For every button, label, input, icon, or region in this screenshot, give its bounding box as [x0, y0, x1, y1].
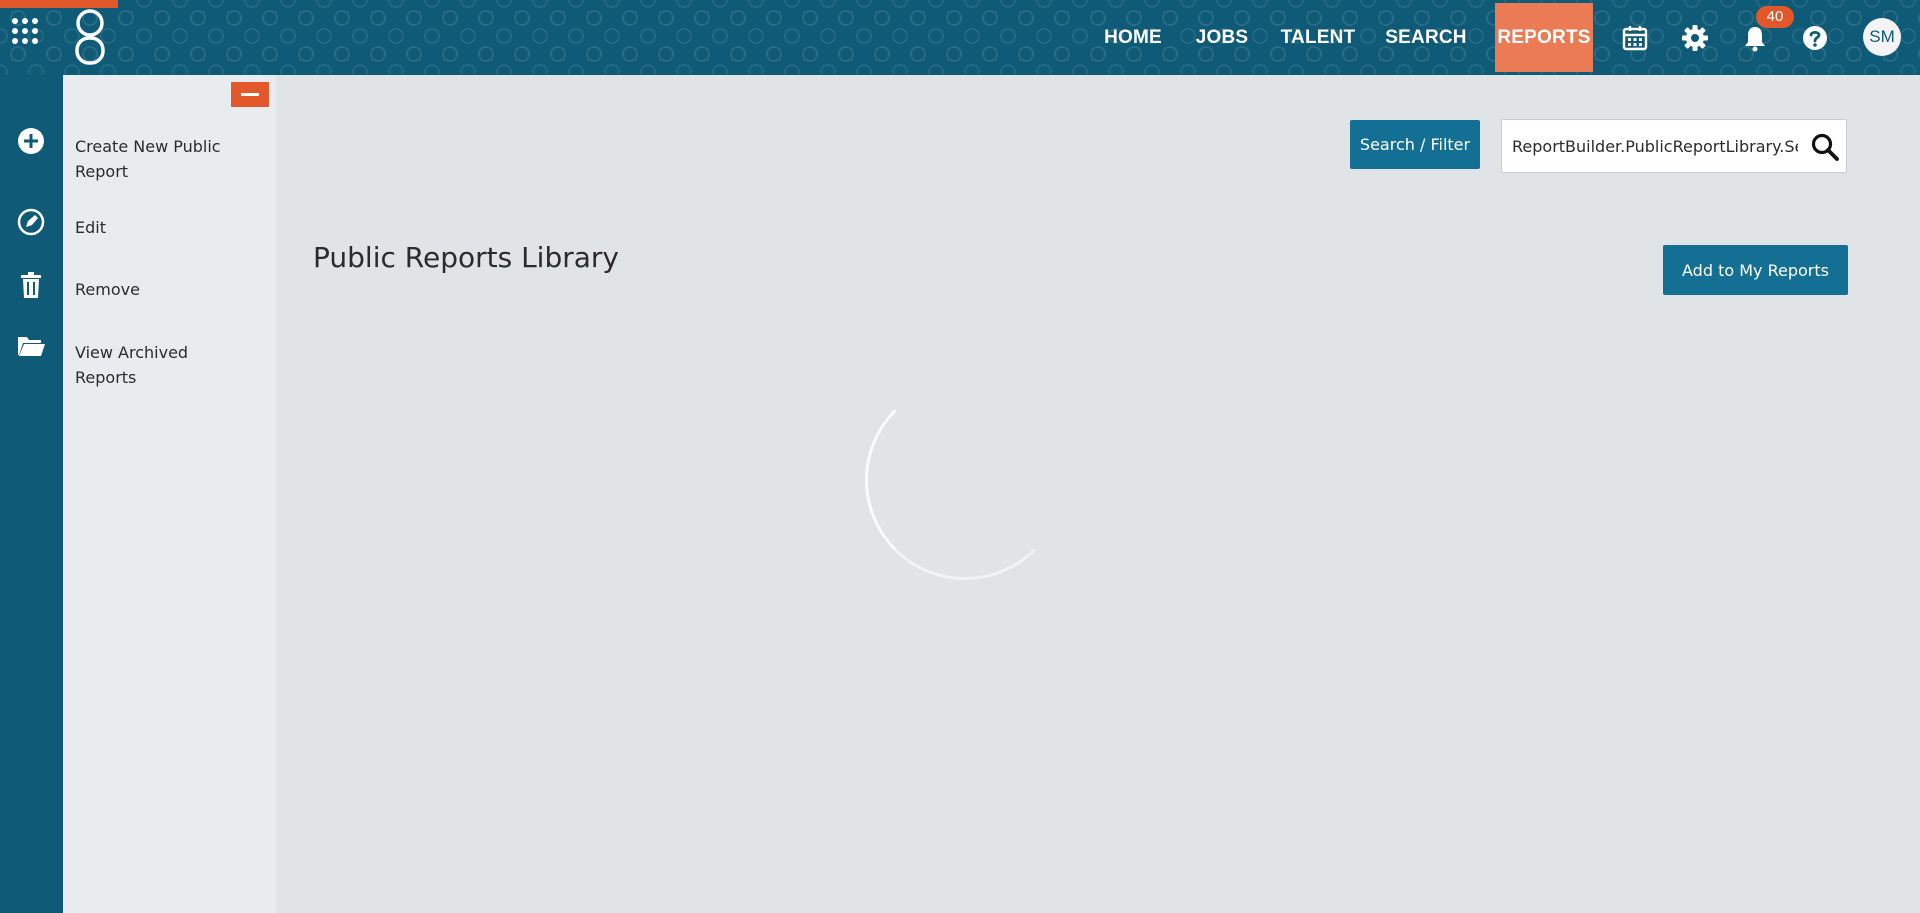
gear-icon[interactable]	[1680, 23, 1710, 53]
collapse-panel-button[interactable]	[231, 82, 269, 107]
nav-reports[interactable]: REPORTS	[1495, 3, 1593, 72]
plus-circle-icon[interactable]	[16, 126, 46, 156]
loading-spinner	[865, 380, 1065, 580]
trash-icon[interactable]	[16, 270, 46, 300]
calendar-icon[interactable]	[1620, 23, 1650, 53]
search-input[interactable]	[1510, 120, 1800, 172]
left-icon-rail	[0, 75, 63, 913]
minus-icon	[241, 93, 259, 96]
search-filter-button[interactable]: Search / Filter	[1350, 120, 1480, 169]
open-folder-icon[interactable]	[16, 331, 46, 361]
sidebar-item-view-archived-reports[interactable]: View Archived Reports	[75, 340, 225, 390]
search-icon[interactable]	[1810, 132, 1840, 162]
add-to-my-reports-button[interactable]: Add to My Reports	[1663, 245, 1848, 295]
nav-jobs[interactable]: JOBS	[1192, 0, 1252, 75]
main-content	[276, 75, 1920, 913]
notification-count-badge: 40	[1756, 6, 1794, 28]
nav-home[interactable]: HOME	[1096, 0, 1170, 75]
edit-compass-icon[interactable]	[16, 207, 46, 237]
top-accent-strip	[0, 0, 118, 8]
help-icon[interactable]	[1800, 23, 1830, 53]
logo-icon[interactable]	[72, 8, 108, 66]
search-box	[1501, 119, 1847, 173]
nav-search[interactable]: SEARCH	[1383, 0, 1469, 75]
sidebar-item-edit[interactable]: Edit	[75, 215, 225, 240]
top-navigation-bar: HOME JOBS TALENT SEARCH REPORTS 40 SM	[0, 0, 1920, 75]
avatar[interactable]: SM	[1863, 18, 1901, 56]
sidebar-item-remove[interactable]: Remove	[75, 277, 225, 302]
side-panel	[63, 75, 276, 913]
page-title: Public Reports Library	[313, 241, 619, 274]
nav-talent[interactable]: TALENT	[1278, 0, 1358, 75]
apps-grid-icon[interactable]	[10, 16, 40, 46]
sidebar-item-create-new-public-report[interactable]: Create New Public Report	[75, 134, 225, 184]
